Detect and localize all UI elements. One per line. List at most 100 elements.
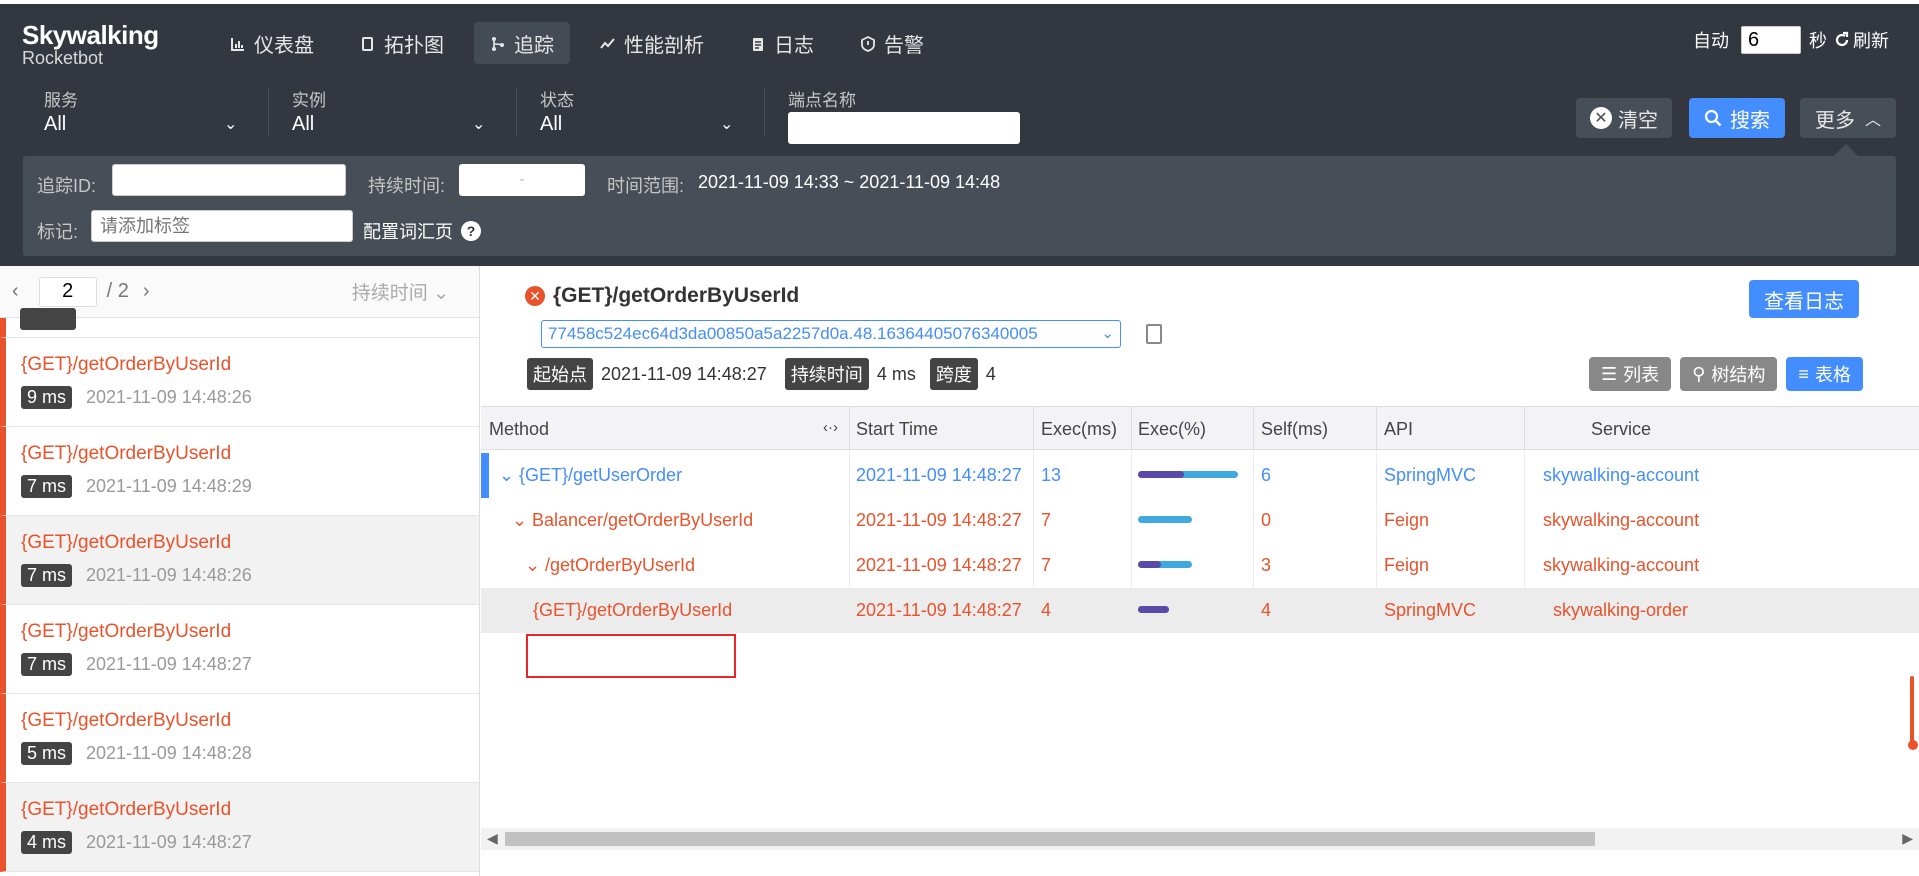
start-value: 2021-11-09 14:48:27 xyxy=(601,363,767,384)
span-method: Balancer/getOrderByUserId xyxy=(532,510,754,530)
refresh-button[interactable]: 刷新 xyxy=(1833,27,1889,53)
view-log-button[interactable]: 查看日志 xyxy=(1749,280,1859,318)
nav-item-1[interactable]: 拓扑图 xyxy=(344,22,460,64)
column-header[interactable]: Exec(ms) xyxy=(1041,419,1117,440)
chevron-down-icon[interactable]: ⌄ xyxy=(512,510,527,531)
table-row[interactable]: ⌄/getOrderByUserId 2021-11-09 14:48:27 7 3 F… xyxy=(481,543,1919,588)
span-api: SpringMVC xyxy=(1384,600,1477,620)
trace-id-input[interactable] xyxy=(112,164,346,196)
bar-chart-icon xyxy=(230,35,246,51)
column-header[interactable]: API xyxy=(1384,419,1413,440)
column-header[interactable]: Start Time xyxy=(856,419,938,440)
chevron-right-icon[interactable]: › xyxy=(143,280,150,303)
duration-range-input[interactable]: - xyxy=(459,164,585,196)
trace-endpoint: {GET}/getOrderByUserId xyxy=(21,354,232,375)
instance-value: All xyxy=(292,113,315,135)
nav-item-0[interactable]: 仪表盘 xyxy=(214,22,330,64)
nav-label: 日志 xyxy=(774,34,814,57)
trace-id-value: 77458c524ec64d3da00850a5a2257d0a.48.1636… xyxy=(548,324,1038,343)
nav-item-4[interactable]: 日志 xyxy=(734,22,830,64)
scroll-right-icon[interactable]: ▶ xyxy=(1902,830,1913,847)
span-self: 3 xyxy=(1261,555,1272,575)
status-select[interactable]: 状态 All ⌄ xyxy=(540,86,740,136)
page-input[interactable] xyxy=(38,276,97,307)
endpoint-input[interactable] xyxy=(788,112,1020,144)
cell-divider xyxy=(1524,498,1525,543)
table-row[interactable]: ⌄ {GET}/getUserOrder 2021-11-09 14:48:27 13… xyxy=(481,453,1919,498)
list-item[interactable]: {GET}/getOrderByUserId 4 ms 2021-11-09 14:… xyxy=(0,783,479,872)
duration-badge: 7 ms xyxy=(21,653,73,676)
span-service: skywalking-account xyxy=(1543,465,1700,485)
column-header[interactable]: Service xyxy=(1591,419,1651,440)
tags-input[interactable] xyxy=(91,210,353,242)
scroll-thumb[interactable] xyxy=(505,832,1595,846)
list-item[interactable]: {GET}/getOrderByUserId 5 ms 2021-11-09 14:… xyxy=(0,694,479,783)
duration-badge: 4 ms xyxy=(21,831,73,854)
cell-divider xyxy=(1253,498,1254,543)
scroll-left-icon[interactable]: ◀ xyxy=(487,830,498,847)
chevron-down-icon[interactable]: ⌄ xyxy=(525,555,540,576)
cell-divider xyxy=(1253,453,1254,498)
span-value: 4 xyxy=(985,363,996,384)
refresh-icon xyxy=(1835,31,1849,47)
cell-divider xyxy=(1376,588,1377,633)
table-header: Method Start Time Exec(ms) Exec(%) Self(ms) A… xyxy=(481,406,1919,451)
span-method: /getOrderByUserId xyxy=(545,555,696,575)
brand-subtitle: Rocketbot xyxy=(22,48,104,68)
nav-item-3[interactable]: 性能剖析 xyxy=(584,22,720,64)
list-icon: ☰ xyxy=(1601,363,1618,384)
trace-endpoint: {GET}/getOrderByUserId xyxy=(21,799,232,820)
chevron-down-icon[interactable]: ⌄ xyxy=(499,465,514,486)
search-button[interactable]: 搜索 xyxy=(1689,98,1785,138)
list-item[interactable]: {GET}/getOrderByUserId 7 ms 2021-11-09 14:… xyxy=(0,516,479,605)
cell-divider xyxy=(1376,498,1377,543)
column-resize-icon[interactable]: ‹·› xyxy=(823,419,838,436)
view-button-2[interactable]: ≡ 表格 xyxy=(1786,357,1863,391)
instance-select[interactable]: 实例 All ⌄ xyxy=(292,86,492,136)
trace-endpoint: {GET}/getOrderByUserId xyxy=(21,621,232,642)
trace-time: 2021-11-09 14:48:29 xyxy=(86,476,252,496)
horizontal-scrollbar[interactable]: ◀ ▶ xyxy=(481,828,1919,850)
service-label: 服务 xyxy=(44,91,78,110)
vocab-link[interactable]: 配置词汇页 ? xyxy=(363,218,481,244)
more-button[interactable]: 更多 ︿ xyxy=(1800,98,1896,138)
duration-badge: 9 ms xyxy=(21,386,73,409)
nav-item-5[interactable]: 告警 xyxy=(844,22,940,64)
chevron-left-icon[interactable]: ‹ xyxy=(12,280,19,303)
scroll-thermometer[interactable] xyxy=(1908,676,1918,756)
view-label: 列表 xyxy=(1623,365,1660,385)
column-header[interactable]: Method xyxy=(489,419,549,440)
brand-logo[interactable]: Skywalking Rocketbot xyxy=(22,22,159,68)
view-button-1[interactable]: ⚲ 树结构 xyxy=(1680,357,1778,391)
column-divider xyxy=(1131,407,1132,451)
table-row[interactable]: {GET}/getOrderByUserId 2021-11-09 14:48:2… xyxy=(481,588,1919,633)
list-item[interactable]: {GET}/getOrderByUserId 9 ms 2021-11-09 14:… xyxy=(0,338,479,427)
time-range-value[interactable]: 2021-11-09 14:33 ~ 2021-11-09 14:48 xyxy=(698,172,1000,193)
view-label: 表格 xyxy=(1814,365,1851,385)
column-divider xyxy=(849,407,850,451)
view-button-0[interactable]: ☰ 列表 xyxy=(1589,357,1672,391)
exec-percent-bar xyxy=(1138,471,1238,478)
list-item[interactable]: {GET}/getOrderByUserId 7 ms 2021-11-09 14:… xyxy=(0,427,479,516)
list-item[interactable]: {GET}/getOrderByUserId 7 ms 2021-11-09 14:… xyxy=(0,605,479,694)
list-item-partial xyxy=(0,308,479,338)
time-range-label: 时间范围: xyxy=(607,176,685,196)
sort-select[interactable]: 持续时间 ⌄ xyxy=(352,278,449,305)
nav-label: 追踪 xyxy=(514,34,554,57)
trace-title: ✕ {GET}/getOrderByUserId xyxy=(525,284,799,308)
help-icon[interactable]: ? xyxy=(461,221,481,241)
clear-button[interactable]: ✕ 清空 xyxy=(1576,98,1672,138)
column-header[interactable]: Exec(%) xyxy=(1138,419,1206,440)
refresh-interval-input[interactable] xyxy=(1741,26,1801,54)
cell-divider xyxy=(1033,543,1034,588)
table-row[interactable]: ⌄ Balancer/getOrderByUserId 2021-11-09 14:… xyxy=(481,498,1919,543)
log-icon xyxy=(750,35,766,51)
column-header[interactable]: Self(ms) xyxy=(1261,419,1328,440)
trace-endpoint: {GET}/getOrderByUserId xyxy=(21,532,232,553)
nav-item-2[interactable]: 追踪 xyxy=(474,22,570,64)
trace-id-select[interactable]: 77458c524ec64d3da00850a5a2257d0a.48.1636… xyxy=(541,320,1121,348)
service-select[interactable]: 服务 All ⌄ xyxy=(44,86,244,136)
clipboard-icon[interactable] xyxy=(1146,324,1162,344)
row-selected-marker xyxy=(481,453,489,498)
exec-percent-bar xyxy=(1138,516,1192,523)
